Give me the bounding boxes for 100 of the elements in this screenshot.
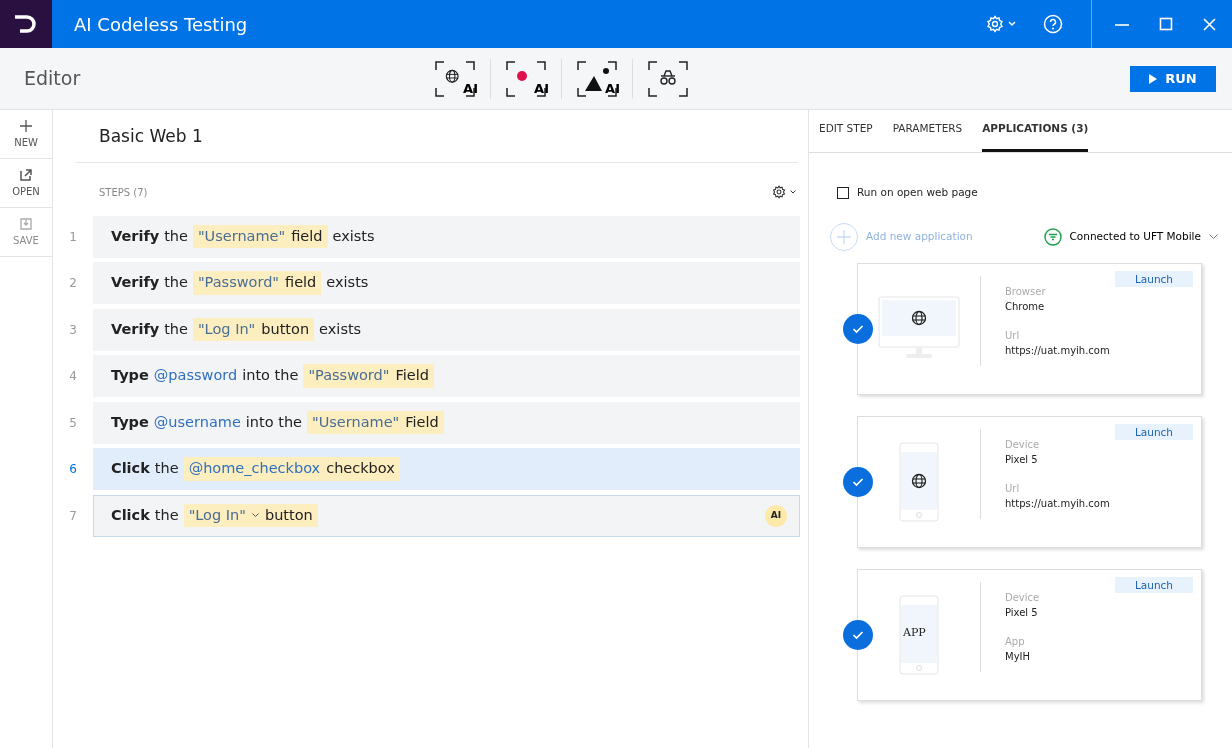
step-text: field (291, 226, 323, 246)
close-icon (1202, 17, 1218, 33)
step-settings-button[interactable] (772, 185, 796, 199)
caret-icon (790, 190, 796, 194)
step-text: Field (405, 412, 439, 432)
plus-icon (837, 229, 851, 244)
window-title: AI Codeless Testing (73, 12, 249, 37)
panel-tab[interactable]: APPLICATIONS (3) (982, 109, 1089, 152)
field-value: Pixel 5 (1005, 605, 1039, 620)
field-value: MyIH (1005, 649, 1031, 664)
step-text: into the (242, 366, 299, 386)
maximize-icon (1158, 17, 1174, 33)
step-action: Verify (111, 273, 160, 293)
step-action: Verify (111, 226, 160, 246)
launch-button[interactable]: Launch (1115, 270, 1193, 287)
value-text: "Username" (197, 226, 286, 246)
frame-icon (506, 60, 546, 97)
new-button[interactable]: NEW (0, 110, 52, 159)
step-action: Click (111, 505, 150, 525)
caret-icon (1209, 233, 1218, 240)
editor-title: Editor (23, 66, 82, 92)
step-text: the (154, 459, 179, 479)
step-row[interactable]: Verify the "Log In" button exists (93, 308, 800, 351)
phone-icon (899, 441, 939, 522)
step-action: Type (111, 412, 149, 432)
image-ai-button[interactable]: AI (572, 58, 622, 99)
panel-tab[interactable]: PARAMETERS (892, 109, 963, 152)
field-label: Url (1005, 481, 1021, 496)
field-label: Device (1005, 590, 1040, 605)
play-icon (1149, 73, 1158, 84)
record-ai-button[interactable]: AI (501, 58, 551, 99)
panel-tab[interactable]: EDIT STEP (819, 109, 873, 152)
launch-button[interactable]: Launch (1115, 423, 1193, 440)
open-icon (19, 167, 33, 182)
web-ai-button[interactable]: AI (430, 58, 480, 99)
value-text: "Password" (197, 273, 280, 293)
field-label: App (1005, 634, 1026, 649)
value-text: "Username" (312, 412, 400, 432)
step-text: the (164, 319, 188, 339)
value-text: "Log In" (188, 505, 246, 525)
step-text: exists (326, 273, 369, 293)
value-text: "Password" (308, 366, 390, 386)
step-text: Field (395, 366, 429, 386)
parameter-text: @password (153, 366, 238, 386)
save-icon (19, 216, 33, 231)
step-action: Click (111, 459, 150, 479)
open-button[interactable]: OPEN (0, 159, 52, 208)
caret-icon (251, 513, 259, 518)
settings-icon (772, 185, 786, 199)
step-text: exists (332, 226, 375, 246)
field-value: https://uat.myih.com (1005, 343, 1110, 358)
field-label: Browser (1005, 284, 1047, 299)
step-text: the (164, 273, 188, 293)
caret-icon (1008, 21, 1016, 27)
step-number: 6 (68, 461, 78, 478)
step-number: 4 (68, 368, 78, 385)
minimize-icon (1115, 23, 1129, 26)
new-icon (19, 118, 33, 133)
settings-icon (986, 15, 1004, 33)
step-row[interactable]: Verify the "Username" field exists (93, 215, 800, 258)
step-row[interactable]: Verify the "Password" field exists (93, 262, 800, 304)
step-row[interactable]: Click the @home_checkbox checkbox (93, 448, 800, 490)
checkmark-icon (852, 476, 864, 487)
field-label: Url (1005, 328, 1021, 343)
step-row[interactable]: Type @username into the "Username" Field (93, 401, 800, 444)
phone-icon (899, 594, 939, 675)
field-value: Pixel 5 (1005, 452, 1039, 467)
step-text: field (285, 273, 317, 293)
launch-button[interactable]: Launch (1115, 576, 1193, 593)
step-row[interactable]: Click the "Log In" button AI (93, 494, 800, 537)
step-text: button (264, 505, 313, 525)
filter-icon (1043, 227, 1062, 246)
checkmark-icon (852, 629, 864, 640)
step-number: 7 (68, 507, 78, 525)
test-name: Basic Web 1 (75, 110, 798, 163)
app-label: APP (903, 624, 926, 641)
parameter-text: @username (153, 412, 241, 432)
check-toggle[interactable] (843, 619, 873, 650)
step-text: the (164, 226, 188, 246)
step-row[interactable]: Type @password into the "Password" Field (93, 355, 800, 397)
step-number: 1 (68, 228, 78, 246)
checkbox-label: Run on open web page (857, 185, 978, 200)
check-toggle[interactable] (843, 466, 873, 497)
parameter-text: @home_checkbox (188, 459, 321, 479)
step-number: 2 (68, 275, 78, 292)
frame-icon (435, 60, 475, 97)
field-value: Chrome (1005, 299, 1046, 314)
frame-icon (577, 60, 617, 97)
ai-badge: AI (765, 504, 787, 527)
step-number: 3 (68, 321, 78, 339)
step-text: the (154, 505, 179, 525)
frame-icon (648, 60, 688, 97)
step-number: 5 (68, 414, 78, 432)
checkbox[interactable] (837, 186, 849, 199)
run-button[interactable]: RUN (1130, 65, 1216, 92)
checkmark-icon (852, 323, 864, 334)
connection-dropdown[interactable]: Connected to UFT Mobile (1043, 227, 1218, 246)
step-text: checkbox (326, 459, 395, 479)
field-value: https://uat.myih.com (1005, 496, 1110, 511)
check-toggle[interactable] (843, 313, 873, 344)
